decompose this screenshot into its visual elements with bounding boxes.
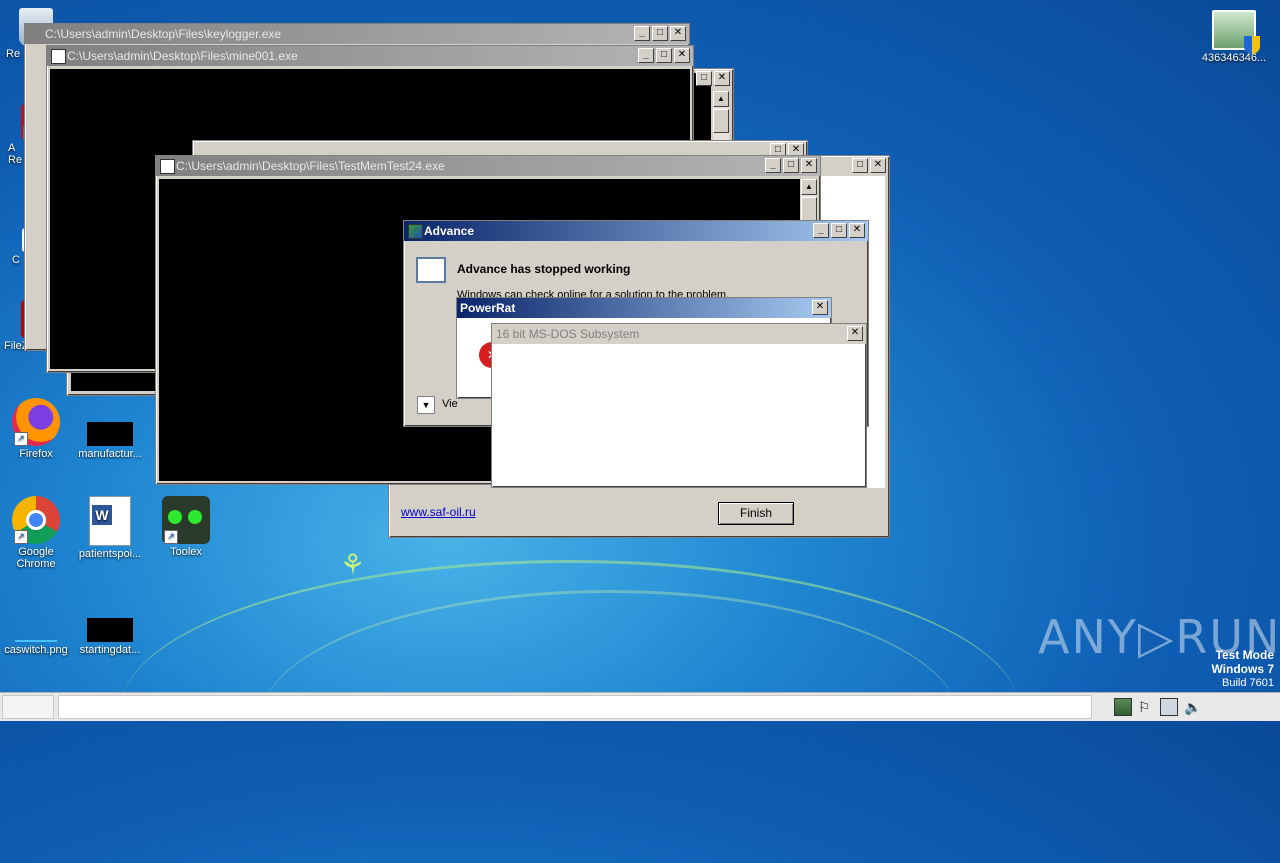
scroll-thumb[interactable]: [801, 197, 817, 221]
scroll-up-arrow[interactable]: ▲: [801, 179, 817, 195]
program-icon: [416, 257, 446, 283]
taskbar-search-box[interactable]: [58, 695, 1092, 719]
advance-titlebar[interactable]: Advance _ □ ✕: [404, 221, 868, 241]
minimize-button[interactable]: _: [634, 26, 650, 41]
maximize-button[interactable]: □: [652, 26, 668, 41]
file-thumbnail-icon: [87, 422, 133, 446]
network-icon[interactable]: [1114, 698, 1132, 716]
close-button[interactable]: ✕: [714, 71, 730, 86]
keylogger-titlebar[interactable]: C:\Users\admin\Desktop\Files\keylogger.e…: [25, 24, 689, 44]
taskbar: ⚐ 🔈: [0, 692, 1280, 721]
desktop-icon-chrome[interactable]: ↗ Google Chrome: [0, 496, 74, 570]
desktop-icon-caswitch[interactable]: caswitch.png: [0, 594, 74, 656]
close-button[interactable]: ✕: [812, 300, 828, 315]
maximize-button[interactable]: □: [783, 158, 799, 173]
powerrat-titlebar[interactable]: PowerRat ✕: [457, 298, 831, 318]
file-thumbnail-icon: [87, 618, 133, 642]
scroll-up-arrow[interactable]: ▲: [713, 91, 729, 107]
saf-oil-link[interactable]: www.saf-oil.ru: [401, 505, 476, 519]
desktop-icon-toolex[interactable]: ↗ Toolex: [148, 496, 224, 558]
flag-icon[interactable]: ⚐: [1138, 699, 1154, 715]
minimize-button[interactable]: _: [813, 223, 829, 238]
msdos-subsystem-dialog[interactable]: 16 bit MS-DOS Subsystem ✕: [491, 323, 867, 488]
test-mode-label: Test Mode Windows 7 Build 7601: [1211, 648, 1274, 689]
close-button[interactable]: ✕: [801, 158, 817, 173]
network-app-icon: [1212, 10, 1260, 54]
close-button[interactable]: ✕: [849, 223, 865, 238]
word-document-icon: W: [89, 496, 131, 546]
start-button[interactable]: [2, 695, 54, 719]
maximize-button[interactable]: □: [852, 158, 868, 173]
details-toggle-button[interactable]: ▼: [417, 396, 435, 414]
image-file-icon: [15, 618, 57, 642]
finish-button[interactable]: Finish: [718, 502, 794, 525]
msdos-titlebar[interactable]: 16 bit MS-DOS Subsystem ✕: [492, 324, 866, 344]
minimize-button[interactable]: _: [765, 158, 781, 173]
maximize-button[interactable]: □: [831, 223, 847, 238]
toolex-icon: ↗: [162, 496, 210, 544]
chrome-icon: ↗: [12, 496, 60, 544]
desktop-icon-netfile[interactable]: 436346346...: [1196, 10, 1272, 64]
testmemtest-titlebar[interactable]: C:\Users\admin\Desktop\Files\TestMemTest…: [156, 156, 820, 176]
close-button[interactable]: ✕: [847, 326, 863, 341]
advance-app-icon: [408, 224, 423, 239]
close-button[interactable]: ✕: [670, 26, 686, 41]
minimize-button[interactable]: _: [638, 48, 654, 63]
desktop-icon-startingdat[interactable]: startingdat...: [72, 594, 148, 656]
scroll-thumb[interactable]: [713, 109, 729, 133]
maximize-button[interactable]: □: [656, 48, 672, 63]
wallpaper-swoosh: [260, 590, 960, 853]
chevron-down-icon: ▼: [421, 400, 431, 410]
network-status-icon[interactable]: [1160, 698, 1178, 716]
desktop-icon-patientspoi[interactable]: W patientspoi...: [72, 496, 148, 560]
close-button[interactable]: ✕: [674, 48, 690, 63]
firefox-icon: ↗: [12, 398, 60, 446]
console-app-icon: [160, 159, 175, 174]
anyrun-watermark: ANY▷RUN: [1038, 610, 1280, 664]
view-details-label[interactable]: Vie: [442, 398, 458, 410]
console-app-icon: [51, 49, 66, 64]
desktop-icon-firefox[interactable]: ↗ Firefox: [0, 398, 74, 460]
maximize-button[interactable]: □: [696, 71, 712, 86]
desktop-icon-manufactur[interactable]: manufactur...: [72, 398, 148, 460]
close-button[interactable]: ✕: [870, 158, 886, 173]
error-heading: Advance has stopped working: [457, 262, 631, 276]
system-tray: ⚐ 🔈: [1108, 695, 1280, 719]
wallpaper-logo: ⚘: [340, 549, 366, 580]
volume-icon[interactable]: 🔈: [1184, 699, 1201, 715]
mine001-titlebar[interactable]: C:\Users\admin\Desktop\Files\mine001.exe…: [47, 46, 693, 66]
